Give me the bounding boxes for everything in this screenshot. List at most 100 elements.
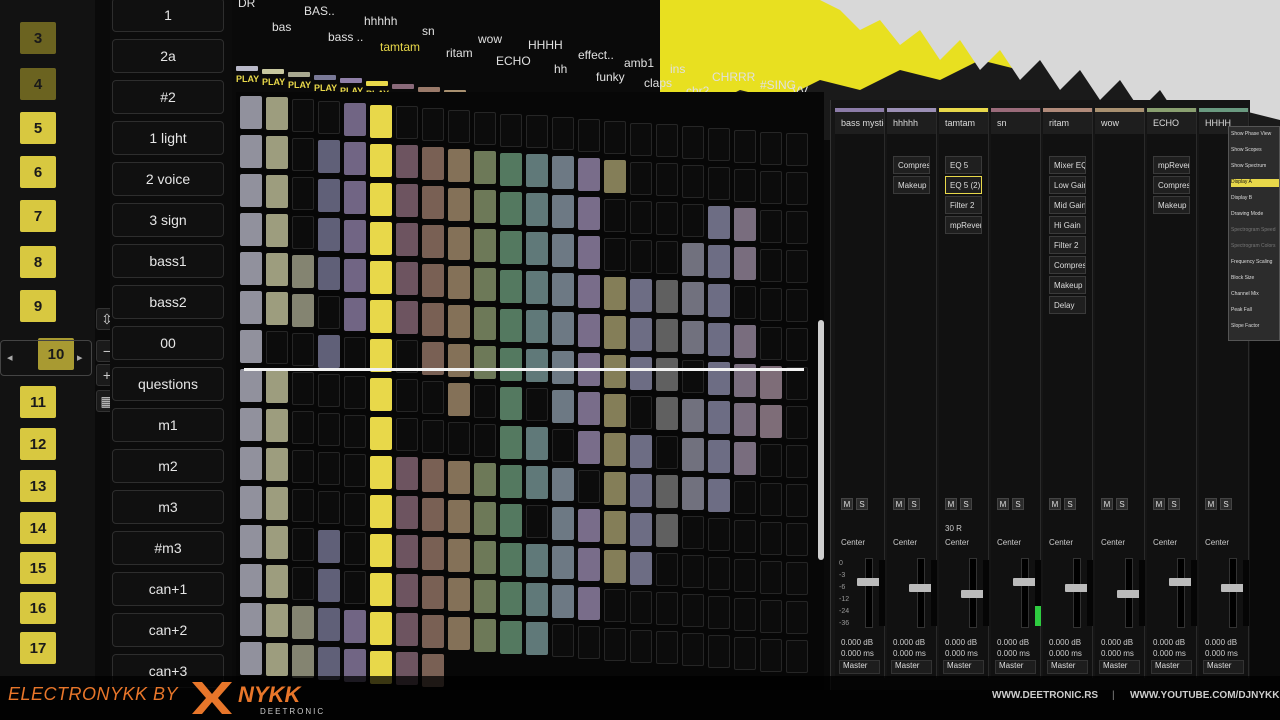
- clip-slot-filled[interactable]: [604, 355, 626, 388]
- clip-slot-filled[interactable]: [448, 149, 470, 182]
- clip-slot-empty[interactable]: [344, 493, 366, 526]
- clip-slot-filled[interactable]: [396, 262, 418, 295]
- clip-slot-empty[interactable]: [786, 289, 808, 322]
- clip-slot-empty[interactable]: [734, 559, 756, 592]
- clip-slot-empty[interactable]: [604, 238, 626, 271]
- clip-slot-filled[interactable]: [266, 643, 288, 676]
- fader-handle[interactable]: [961, 590, 985, 598]
- context-menu-item[interactable]: Display A: [1231, 179, 1279, 187]
- clip-slot-empty[interactable]: [318, 101, 340, 134]
- clip-slot-empty[interactable]: [656, 553, 678, 586]
- clip-slot-filled[interactable]: [578, 392, 600, 425]
- clip-slot-empty[interactable]: [630, 240, 652, 273]
- clip-slot-filled[interactable]: [344, 298, 366, 331]
- context-menu-item[interactable]: Channel Mix: [1231, 291, 1279, 299]
- scene-name-button[interactable]: can+2: [112, 613, 224, 647]
- clip-slot-filled[interactable]: [474, 190, 496, 223]
- clip-slot-filled[interactable]: [448, 539, 470, 572]
- clip-slot-empty[interactable]: [344, 571, 366, 604]
- clip-slot-filled[interactable]: [474, 619, 496, 652]
- clip-slot-filled[interactable]: [526, 154, 548, 187]
- track-name[interactable]: wow: [478, 32, 502, 46]
- track-name[interactable]: amb1: [624, 56, 654, 70]
- clip-slot-filled[interactable]: [474, 502, 496, 535]
- clip-slot-filled[interactable]: [578, 314, 600, 347]
- clip-slot-filled[interactable]: [656, 280, 678, 313]
- pan-control[interactable]: Center: [1049, 538, 1073, 547]
- clip-slot-filled[interactable]: [396, 535, 418, 568]
- clip-slot-filled[interactable]: [500, 465, 522, 498]
- strip-name[interactable]: hhhhh: [887, 112, 936, 134]
- solo-button[interactable]: S: [1220, 498, 1232, 510]
- clip-slot-empty[interactable]: [760, 483, 782, 516]
- clip-slot-filled[interactable]: [578, 431, 600, 464]
- clip-slot-filled[interactable]: [266, 253, 288, 286]
- clip-slot-empty[interactable]: [760, 600, 782, 633]
- clip-slot-empty[interactable]: [734, 520, 756, 553]
- clip-slot-empty[interactable]: [448, 422, 470, 455]
- clip-slot-empty[interactable]: [786, 562, 808, 595]
- clip-slot-filled[interactable]: [604, 277, 626, 310]
- clip-slot-filled[interactable]: [448, 617, 470, 650]
- clip-slot-filled[interactable]: [370, 105, 392, 138]
- clip-slot-filled[interactable]: [318, 179, 340, 212]
- clip-slot-empty[interactable]: [760, 561, 782, 594]
- clip-slot-filled[interactable]: [474, 151, 496, 184]
- clip-slot-filled[interactable]: [526, 193, 548, 226]
- clip-slot-filled[interactable]: [630, 435, 652, 468]
- clip-slot-empty[interactable]: [474, 424, 496, 457]
- clip-slot-filled[interactable]: [344, 103, 366, 136]
- scene-number[interactable]: 13: [20, 470, 56, 502]
- device-slot[interactable]: Compressor: [1049, 256, 1086, 274]
- clip-slot-filled[interactable]: [474, 346, 496, 379]
- clip-slot-filled[interactable]: [448, 305, 470, 338]
- solo-button[interactable]: S: [960, 498, 972, 510]
- clip-slot-empty[interactable]: [682, 126, 704, 159]
- clip-slot-filled[interactable]: [292, 294, 314, 327]
- clip-slot-empty[interactable]: [760, 327, 782, 360]
- clip-slot-filled[interactable]: [318, 530, 340, 563]
- pan-control[interactable]: Center: [997, 538, 1021, 547]
- context-menu-item[interactable]: Show Phase View: [1231, 131, 1279, 139]
- clip-slot-empty[interactable]: [292, 216, 314, 249]
- clip-slot-filled[interactable]: [240, 135, 262, 168]
- clip-slot-empty[interactable]: [396, 379, 418, 412]
- clip-slot-empty[interactable]: [344, 454, 366, 487]
- clip-slot-filled[interactable]: [422, 498, 444, 531]
- device-slot[interactable]: Filter 2: [945, 196, 982, 214]
- clip-slot-empty[interactable]: [344, 337, 366, 370]
- clip-slot-empty[interactable]: [318, 374, 340, 407]
- fader-track[interactable]: [1229, 558, 1237, 628]
- clip-slot-empty[interactable]: [604, 589, 626, 622]
- clip-slot-empty[interactable]: [708, 128, 730, 161]
- track-name[interactable]: claps: [644, 76, 672, 90]
- clip-slot-empty[interactable]: [318, 452, 340, 485]
- scene-name-button[interactable]: m1: [112, 408, 224, 442]
- clip-slot-filled[interactable]: [422, 147, 444, 180]
- clip-slot-filled[interactable]: [604, 472, 626, 505]
- scene-number[interactable]: 7: [20, 200, 56, 232]
- clip-slot-filled[interactable]: [396, 223, 418, 256]
- scroll-left-icon[interactable]: ◂: [7, 351, 13, 364]
- clip-slot-empty[interactable]: [526, 115, 548, 148]
- clip-slot-filled[interactable]: [526, 427, 548, 460]
- track-name[interactable]: ins: [670, 62, 685, 76]
- strip-name[interactable]: ritam: [1043, 112, 1092, 134]
- clip-slot-filled[interactable]: [422, 225, 444, 258]
- clip-slot-filled[interactable]: [682, 438, 704, 471]
- clip-slot-filled[interactable]: [682, 282, 704, 315]
- clip-slot-filled[interactable]: [656, 358, 678, 391]
- track-name[interactable]: funky: [596, 70, 625, 84]
- clip-slot-filled[interactable]: [240, 213, 262, 246]
- clip-slot-empty[interactable]: [786, 367, 808, 400]
- clip-slot-filled[interactable]: [734, 325, 756, 358]
- clip-slot-empty[interactable]: [630, 396, 652, 429]
- clip-slot-empty[interactable]: [318, 296, 340, 329]
- scene-number[interactable]: 8: [20, 246, 56, 278]
- clip-slot-filled[interactable]: [266, 526, 288, 559]
- clip-slot-filled[interactable]: [292, 606, 314, 639]
- clip-slot-empty[interactable]: [630, 123, 652, 156]
- device-slot[interactable]: Makeup: [1049, 276, 1086, 294]
- clip-slot-filled[interactable]: [656, 475, 678, 508]
- scene-number[interactable]: 17: [20, 632, 56, 664]
